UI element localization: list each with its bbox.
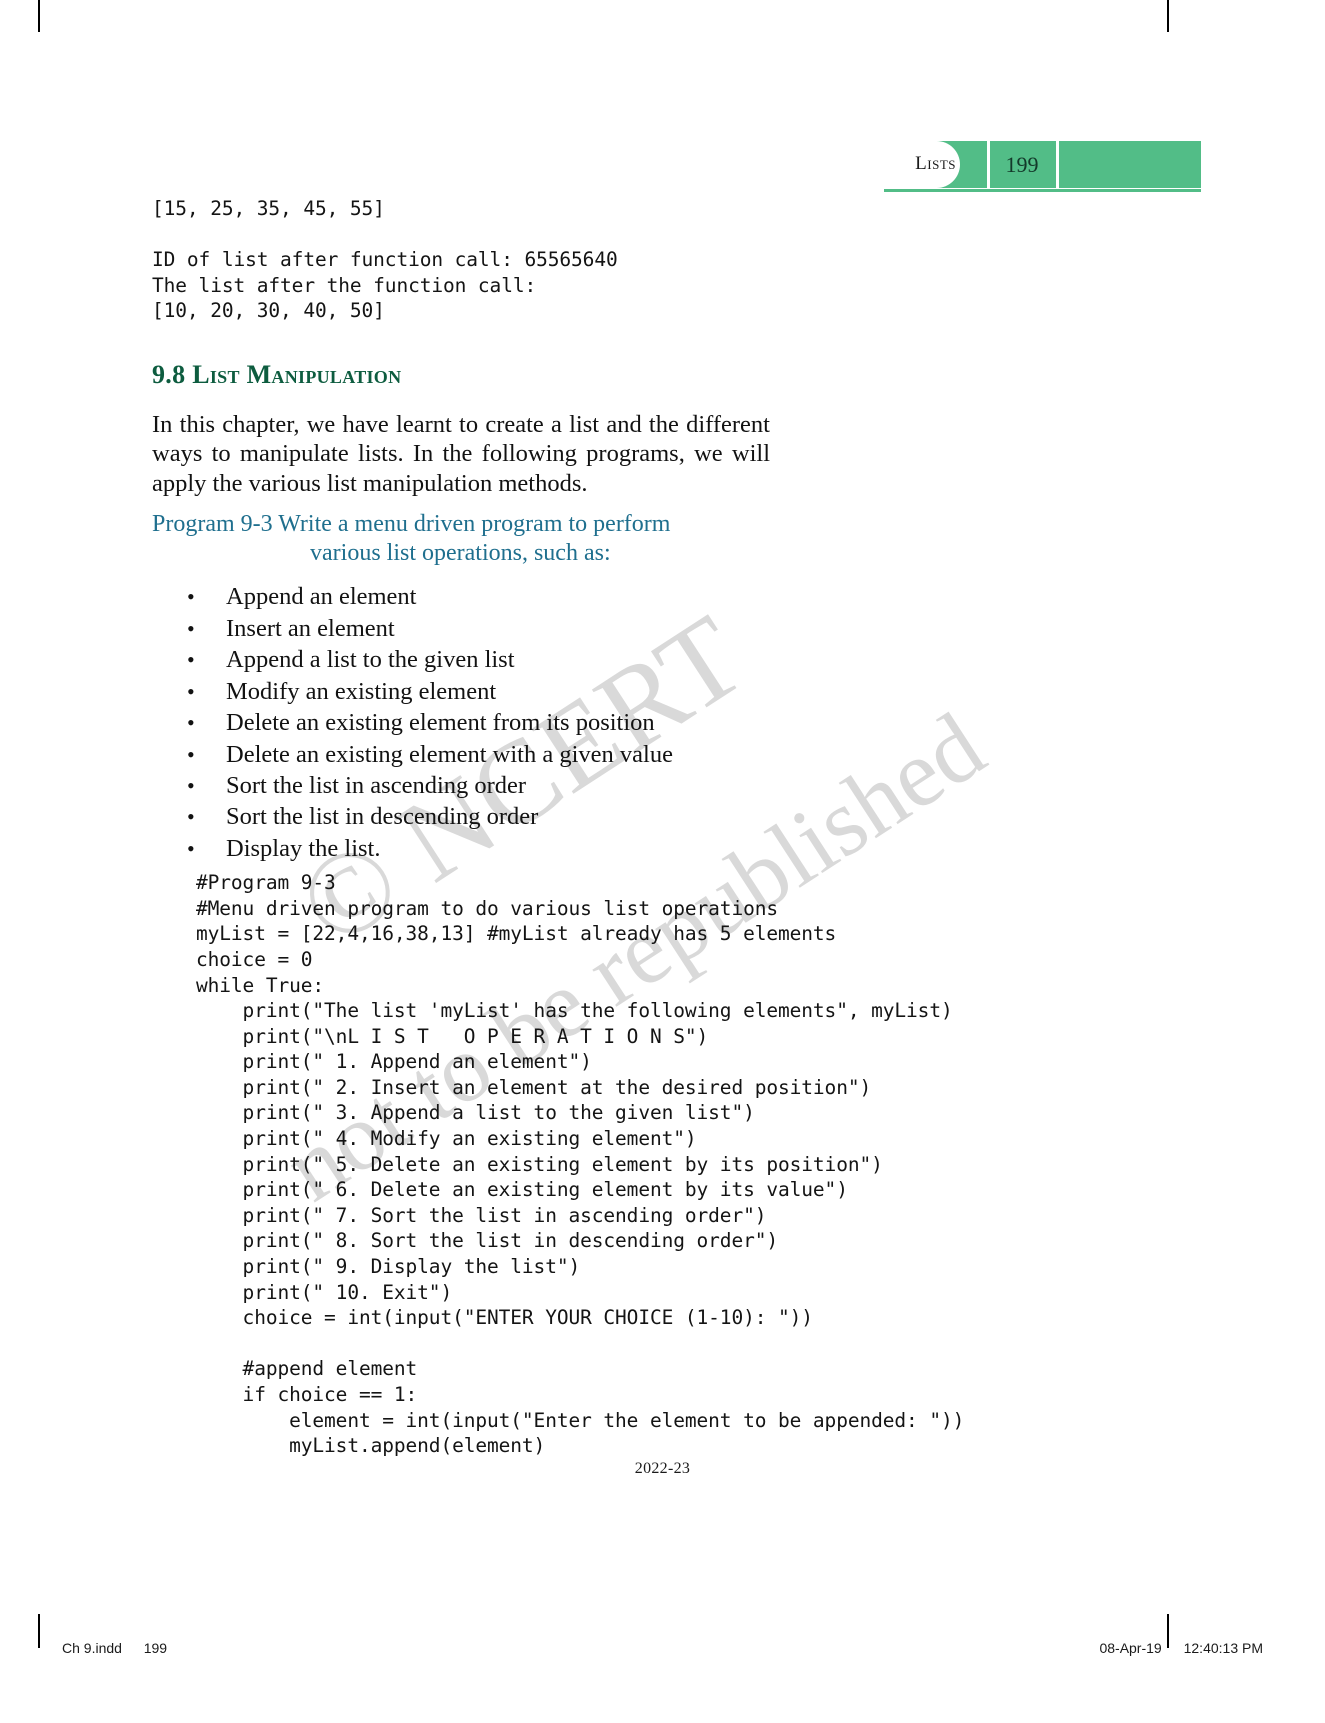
source-file-footer: Ch 9.indd 199 bbox=[62, 1640, 167, 1656]
running-head: Lists 199 bbox=[871, 141, 1201, 192]
intro-paragraph: In this chapter, we have learnt to creat… bbox=[152, 410, 770, 497]
program-code-block: #Program 9-3 #Menu driven program to do … bbox=[196, 871, 965, 1458]
source-file-page: 199 bbox=[143, 1640, 168, 1656]
chapter-title: Lists bbox=[915, 153, 956, 174]
source-file-name: Ch 9.indd bbox=[62, 1640, 122, 1656]
page-number: 199 bbox=[1005, 152, 1039, 177]
list-item-label: Append an element bbox=[226, 583, 417, 611]
running-head-divider-2 bbox=[1056, 141, 1059, 188]
list-item-label: Sort the list in descending order bbox=[226, 803, 539, 831]
list-item: • Insert an element bbox=[152, 613, 1024, 644]
crop-mark-bottom-left bbox=[38, 1614, 40, 1648]
program-label: Program 9-3 bbox=[152, 511, 273, 538]
print-timestamp-footer: 08-Apr-19 12:40:13 PM bbox=[1099, 1640, 1263, 1656]
operations-list: • Append an element • Insert an element … bbox=[152, 581, 1024, 864]
bullet-icon: • bbox=[187, 804, 195, 830]
bullet-icon: • bbox=[187, 772, 195, 798]
list-item-label: Display the list. bbox=[226, 834, 381, 862]
page-content: [15, 25, 35, 45, 55] ID of list after fu… bbox=[152, 196, 1024, 1459]
list-item-label: Modify an existing element bbox=[226, 677, 497, 705]
program-description-line-2: various list operations, such as: bbox=[310, 539, 611, 566]
bullet-icon: • bbox=[187, 835, 195, 861]
bullet-icon: • bbox=[187, 741, 195, 767]
list-item-label: Append a list to the given list bbox=[226, 646, 515, 674]
section-number: 9.8 bbox=[152, 359, 186, 389]
list-item: • Delete an existing element from its po… bbox=[152, 707, 1024, 738]
bullet-icon: • bbox=[187, 710, 195, 736]
section-title-text: List Manipulation bbox=[192, 359, 402, 389]
list-item: • Sort the list in ascending order bbox=[152, 770, 1024, 801]
list-item: • Append an element bbox=[152, 581, 1024, 612]
list-item-label: Delete an existing element with a given … bbox=[226, 740, 673, 768]
textbook-page: Lists 199 © NCERT not to be republished … bbox=[0, 0, 1325, 1723]
crop-mark-top-right bbox=[1167, 0, 1169, 32]
list-item: • Append a list to the given list bbox=[152, 644, 1024, 675]
list-item: • Modify an existing element bbox=[152, 676, 1024, 707]
output-block: [15, 25, 35, 45, 55] ID of list after fu… bbox=[152, 197, 618, 323]
list-item-label: Insert an element bbox=[226, 614, 395, 642]
print-time: 12:40:13 PM bbox=[1183, 1640, 1263, 1656]
bullet-icon: • bbox=[187, 647, 195, 673]
bullet-icon: • bbox=[187, 678, 195, 704]
list-item: • Delete an existing element with a give… bbox=[152, 739, 1024, 770]
bullet-icon: • bbox=[187, 615, 195, 641]
program-description-line-1: Write a menu driven program to perform bbox=[278, 511, 671, 538]
bullet-icon: • bbox=[187, 584, 195, 610]
list-item: • Sort the list in descending order bbox=[152, 801, 1024, 832]
print-date: 08-Apr-19 bbox=[1099, 1640, 1162, 1656]
crop-mark-top-left bbox=[38, 0, 40, 32]
program-statement: Program 9-3 Write a menu driven program … bbox=[152, 510, 777, 567]
list-item: • Display the list. bbox=[152, 833, 1024, 864]
list-item-label: Delete an existing element from its posi… bbox=[226, 709, 655, 737]
section-heading: 9.8 List Manipulation bbox=[152, 360, 1024, 390]
edition-year: 2022-23 bbox=[634, 1460, 691, 1477]
running-head-underline bbox=[884, 189, 1201, 192]
list-item-label: Sort the list in ascending order bbox=[226, 771, 527, 799]
